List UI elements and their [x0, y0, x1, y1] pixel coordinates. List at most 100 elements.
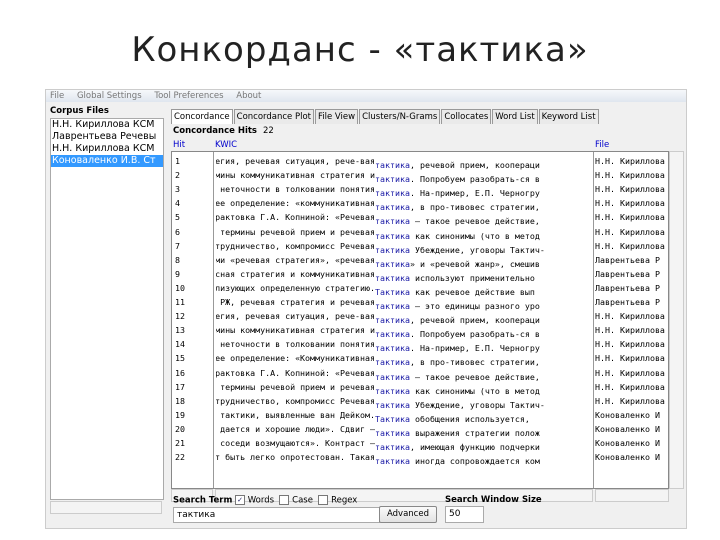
- hit-number: 11: [175, 297, 185, 307]
- hit-number: 20: [175, 423, 185, 434]
- tab-file-view[interactable]: File View: [315, 109, 359, 124]
- menu-bar: File Global Settings Tool Preferences Ab…: [46, 90, 686, 102]
- regex-checkbox[interactable]: [318, 495, 329, 505]
- left-context: трудничество, компромисс Речевая: [216, 240, 375, 251]
- hit-number: 7: [175, 240, 180, 251]
- hit-number: 4: [175, 198, 180, 209]
- left-context: мины коммуникативная стратегия и: [216, 325, 375, 336]
- search-window-size-label: Search Window Size: [445, 495, 542, 505]
- table-row[interactable]: 18 трудничество, компромисс Речевая такти…: [172, 394, 668, 410]
- table-row[interactable]: 4 ее определение: «коммуникативная тактик…: [172, 196, 668, 212]
- hit-number: 9: [175, 268, 180, 279]
- concordance-table[interactable]: 1 егия, речевая ситуация, рече-вая тактик…: [171, 151, 669, 489]
- case-label: Case: [292, 495, 313, 506]
- search-window-size-spinner[interactable]: 50: [445, 506, 484, 523]
- file-name: Лаврентьева Р: [595, 254, 660, 265]
- table-row[interactable]: 5 рактовка Г.А. Копниной: «Речевая тактик…: [172, 210, 668, 226]
- corpus-file-item[interactable]: Лаврентьева Речевы: [51, 131, 163, 143]
- file-name: Н.Н. Кириллова: [595, 367, 665, 378]
- corpus-file-item[interactable]: Н.Н. Кириллова КСМ: [51, 143, 163, 155]
- table-row[interactable]: 9 сная стратегия и коммуникативная тактик…: [172, 267, 668, 283]
- column-kwic[interactable]: KWIC: [215, 140, 237, 150]
- table-row[interactable]: 2 мины коммуникативная стратегия и тактик…: [172, 168, 668, 184]
- tab-keyword-list[interactable]: Keyword List: [538, 109, 599, 124]
- file-name: Коноваленко И: [595, 409, 660, 420]
- table-row[interactable]: 11 РЖ, речевая стратегия и речевая такти…: [172, 295, 668, 311]
- left-context: лизующих определенную стратегию.: [216, 282, 375, 293]
- file-name: Н.Н. Кириллова: [595, 311, 665, 322]
- hit-number: 21: [175, 438, 185, 448]
- hit-number: 12: [175, 311, 185, 322]
- tab-word-list[interactable]: Word List: [492, 109, 538, 124]
- table-row[interactable]: 1 егия, речевая ситуация, рече-вая тактик…: [172, 154, 668, 170]
- file-name: Лаврентьева Р: [595, 268, 660, 279]
- corpus-horizontal-scrollbar[interactable]: [50, 501, 162, 514]
- hit-number: 18: [175, 395, 185, 406]
- file-name: Н.Н. Кириллова: [595, 353, 665, 364]
- tab-collocates[interactable]: Collocates: [441, 109, 492, 124]
- table-row[interactable]: 10 лизующих определенную стратегию. Такти…: [172, 281, 668, 297]
- table-row[interactable]: 20 дается и хорошие люди». Сдвиг – тактик…: [172, 422, 668, 438]
- table-row[interactable]: 19 тактики, выявленные ван Дейком. Тактик…: [172, 408, 668, 424]
- corpus-file-list[interactable]: Н.Н. Кириллова КСМ Лаврентьева Речевы Н.…: [50, 118, 164, 500]
- tab-clusters[interactable]: Clusters/N-Grams: [359, 109, 441, 124]
- antconc-window: File Global Settings Tool Preferences Ab…: [45, 89, 687, 529]
- advanced-button[interactable]: Advanced: [379, 506, 437, 523]
- left-context: неточности в толковании понятия: [220, 339, 375, 350]
- left-context: егия, речевая ситуация, рече-вая: [216, 311, 375, 322]
- table-row[interactable]: 22 т быть легко опротестован. Такая такти…: [172, 450, 668, 467]
- menu-global-settings[interactable]: Global Settings: [77, 91, 142, 101]
- right-context: иногда сопровождается ком: [409, 456, 540, 467]
- table-row[interactable]: 17 термины речевой прием и речевая такти…: [172, 380, 668, 396]
- table-row[interactable]: 8 ми «речевая стратегия», «речевая тактик…: [172, 253, 668, 269]
- tab-concordance-plot[interactable]: Concordance Plot: [233, 109, 314, 124]
- words-checkbox[interactable]: ✓: [235, 495, 246, 505]
- left-context: рактовка Г.А. Копниной: «Речевая: [216, 212, 375, 223]
- file-name: Н.Н. Кириллова: [595, 395, 665, 406]
- menu-file[interactable]: File: [50, 91, 64, 101]
- menu-about[interactable]: About: [236, 91, 261, 101]
- table-row[interactable]: 6 термины речевой прием и речевая тактик…: [172, 225, 668, 241]
- file-name: Н.Н. Кириллова: [595, 226, 665, 237]
- table-row[interactable]: 16 рактовка Г.А. Копниной: «Речевая такти…: [172, 366, 668, 382]
- table-row[interactable]: 12 егия, речевая ситуация, рече-вая такти…: [172, 309, 668, 325]
- hit-number: 19: [175, 409, 185, 420]
- file-name: Коноваленко И: [595, 423, 660, 434]
- file-name: Н.Н. Кириллова: [595, 184, 665, 195]
- left-context: РЖ, речевая стратегия и речевая: [220, 297, 375, 307]
- left-context: соседи возмущаются». Контраст –: [220, 438, 375, 448]
- left-context: т быть легко опротестован. Такая: [216, 452, 375, 463]
- table-row[interactable]: 15 ее определение: «Коммуникативная такти…: [172, 351, 668, 367]
- table-row[interactable]: 3 неточности в толковании понятия тактик…: [172, 182, 668, 198]
- file-name: Коноваленко И: [595, 438, 660, 448]
- search-area: Search Term ✓ Words Case Regex Search Wi…: [173, 495, 683, 523]
- search-term-input[interactable]: тактика: [173, 507, 380, 523]
- left-context: сная стратегия и коммуникативная: [216, 268, 375, 279]
- tab-concordance[interactable]: Concordance: [171, 109, 233, 124]
- column-hit[interactable]: Hit: [173, 140, 185, 150]
- file-name: Н.Н. Кириллова: [595, 339, 665, 350]
- table-row[interactable]: 7 трудничество, компромисс Речевая тактик…: [172, 239, 668, 255]
- menu-tool-preferences[interactable]: Tool Preferences: [154, 91, 223, 101]
- hits-count: 22: [262, 126, 274, 136]
- left-context: ми «речевая стратегия», «речевая: [216, 254, 375, 265]
- corpus-file-item[interactable]: Н.Н. Кириллова КСМ: [51, 119, 163, 131]
- hit-number: 16: [175, 367, 185, 378]
- hit-number: 14: [175, 339, 185, 350]
- table-vertical-scrollbar[interactable]: [669, 151, 684, 489]
- left-context: мины коммуникативная стратегия и: [216, 170, 375, 181]
- keyword[interactable]: тактика: [375, 456, 410, 466]
- hit-number: 3: [175, 184, 180, 195]
- table-row[interactable]: 21 соседи возмущаются». Контраст – тактик…: [172, 436, 668, 452]
- left-context: термины речевой прием и речевая: [220, 381, 375, 392]
- table-row[interactable]: 14 неточности в толковании понятия такти…: [172, 337, 668, 353]
- file-name: Н.Н. Кириллова: [595, 212, 665, 223]
- tool-tabs: Concordance Concordance Plot File View C…: [171, 109, 685, 124]
- hits-label: Concordance Hits: [173, 126, 257, 136]
- table-row[interactable]: 13 мины коммуникативная стратегия и такти…: [172, 323, 668, 339]
- left-context: неточности в толковании понятия: [220, 184, 375, 195]
- corpus-file-item-selected[interactable]: Коноваленко И.В. Ст: [51, 155, 163, 167]
- case-checkbox[interactable]: [279, 495, 290, 505]
- hit-number: 13: [175, 325, 185, 336]
- column-file[interactable]: File: [595, 140, 609, 150]
